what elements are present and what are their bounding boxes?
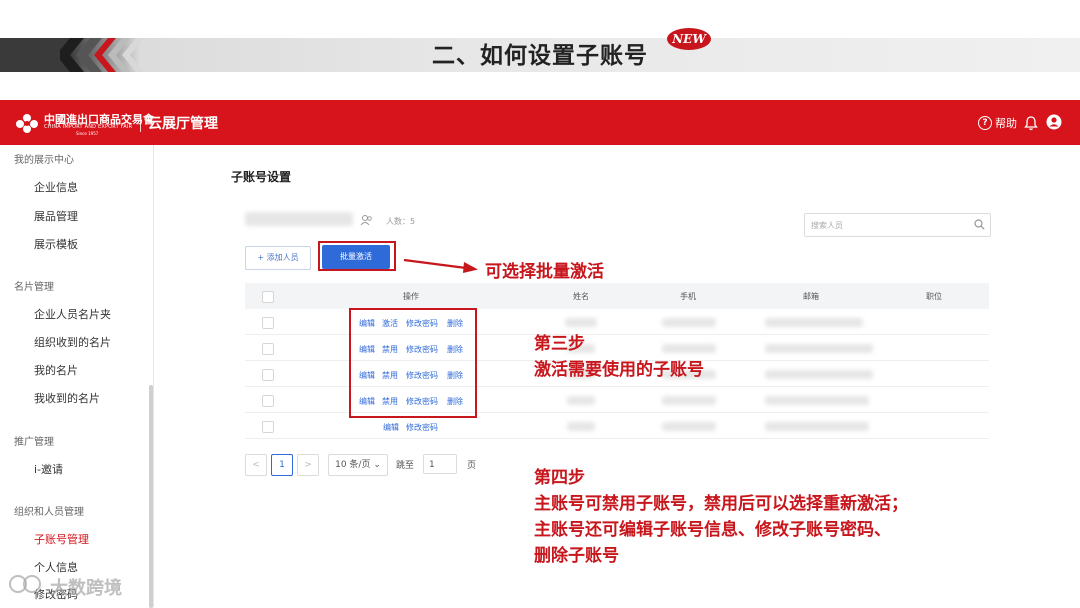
user-avatar-icon[interactable] (1046, 114, 1062, 130)
email-redacted (765, 396, 869, 405)
sidebar-group-cards: 名片管理 (14, 282, 54, 293)
column-header-position: 职位 (926, 292, 942, 301)
search-icon[interactable] (974, 219, 985, 230)
sidebar-item-exhibits[interactable]: 展品管理 (34, 208, 78, 224)
sidebar-group-promotion: 推广管理 (14, 437, 54, 448)
help-icon[interactable]: ? (978, 116, 992, 130)
step4-line3: 删除子账号 (534, 546, 619, 566)
email-redacted (765, 422, 869, 431)
name-redacted (567, 396, 595, 405)
bell-icon[interactable] (1024, 115, 1038, 131)
page-size-select[interactable]: 10 条/页 ⌄ (328, 454, 388, 476)
phone-redacted (662, 396, 716, 405)
column-header-phone: 手机 (680, 292, 696, 301)
sidebar-item-sub-accounts[interactable]: 子账号管理 (34, 531, 89, 547)
sidebar-item-invite[interactable]: i-邀请 (34, 461, 63, 477)
logo-since-text: Since 1957 (76, 131, 99, 136)
page-size-value: 10 条/页 (335, 460, 371, 470)
sidebar-item-staff-cards[interactable]: 企业人员名片夹 (34, 306, 111, 322)
watermark-logo-icon (9, 575, 41, 593)
logo-separator (140, 114, 141, 132)
step4-title: 第四步 (534, 468, 585, 488)
name-redacted (567, 422, 595, 431)
column-header-name: 姓名 (573, 292, 589, 301)
step3-title: 第三步 (534, 334, 585, 354)
batch-button-highlight (318, 241, 396, 271)
goto-label: 跳至 (396, 461, 415, 471)
sidebar-group-org: 组织和人员管理 (14, 507, 84, 518)
sidebar-item-company-info[interactable]: 企业信息 (34, 179, 78, 195)
step4-line1: 主账号可禁用子账号，禁用后可以选择重新激活； (534, 494, 908, 514)
email-redacted (765, 344, 873, 353)
page-unit-label: 页 (467, 461, 477, 471)
plus-icon: + (257, 253, 267, 262)
row-actions-highlight (349, 308, 477, 418)
phone-redacted (662, 422, 716, 431)
sidebar-item-my-card[interactable]: 我的名片 (34, 362, 78, 378)
name-redacted (565, 318, 597, 327)
callout-step3: 第三步 激活需要使用的子账号 (534, 331, 704, 383)
add-member-button[interactable]: + 添加人员 (245, 246, 311, 270)
chevron-down-icon: ⌄ (370, 460, 381, 470)
watermark-text: 大数跨境 (50, 578, 122, 599)
page-button-1[interactable]: 1 (271, 454, 293, 476)
people-icon (360, 215, 372, 226)
sidebar-group-showcase: 我的展示中心 (14, 155, 74, 166)
new-badge: NEW (667, 28, 711, 50)
row-divider (245, 438, 989, 439)
help-link[interactable]: 帮助 (995, 115, 1017, 131)
row-checkbox[interactable] (262, 369, 274, 381)
page-title: 子账号设置 (231, 170, 292, 184)
arrow-right-icon (403, 258, 478, 273)
canton-fair-logo-icon (16, 114, 38, 133)
row-checkbox[interactable] (262, 395, 274, 407)
sidebar-item-my-received-cards[interactable]: 我收到的名片 (34, 390, 100, 406)
column-header-email: 邮箱 (803, 292, 819, 301)
row-checkbox[interactable] (262, 317, 274, 329)
column-header-actions: 操作 (403, 292, 419, 301)
callout-step4: 第四步 主账号可禁用子账号，禁用后可以选择重新激活； 主账号还可编辑子账号信息、… (534, 465, 908, 569)
member-count: 人数：5 (386, 217, 416, 226)
phone-redacted (662, 318, 716, 327)
edit-link[interactable]: 编辑 (383, 422, 399, 433)
row-checkbox[interactable] (262, 343, 274, 355)
search-box (804, 213, 991, 237)
app-title: 云展厅管理 (148, 116, 218, 132)
step3-text: 激活需要使用的子账号 (534, 360, 704, 380)
change-password-link[interactable]: 修改密码 (406, 422, 438, 433)
logo-english-text: CHINA IMPORT AND EXPORT FAIR (44, 124, 133, 130)
slide-title: 二、如何设置子账号 (432, 43, 648, 69)
next-page-button[interactable]: > (297, 454, 319, 476)
prev-page-button[interactable]: < (245, 454, 267, 476)
row-checkbox[interactable] (262, 421, 274, 433)
org-name-redacted (245, 212, 353, 226)
sidebar-scrollbar[interactable] (149, 385, 153, 608)
email-redacted (765, 318, 863, 327)
callout-batch-activate: 可选择批量激活 (485, 262, 604, 282)
select-all-checkbox[interactable] (262, 291, 274, 303)
step4-line2: 主账号还可编辑子账号信息、修改子账号密码、 (534, 520, 891, 540)
goto-page-input[interactable]: 1 (423, 454, 457, 474)
sidebar-item-templates[interactable]: 展示模板 (34, 236, 78, 252)
table-header (245, 283, 989, 309)
search-input[interactable] (811, 214, 961, 236)
sidebar-item-org-received-cards[interactable]: 组织收到的名片 (34, 334, 111, 350)
email-redacted (765, 370, 873, 379)
add-member-label: 添加人员 (266, 253, 299, 262)
